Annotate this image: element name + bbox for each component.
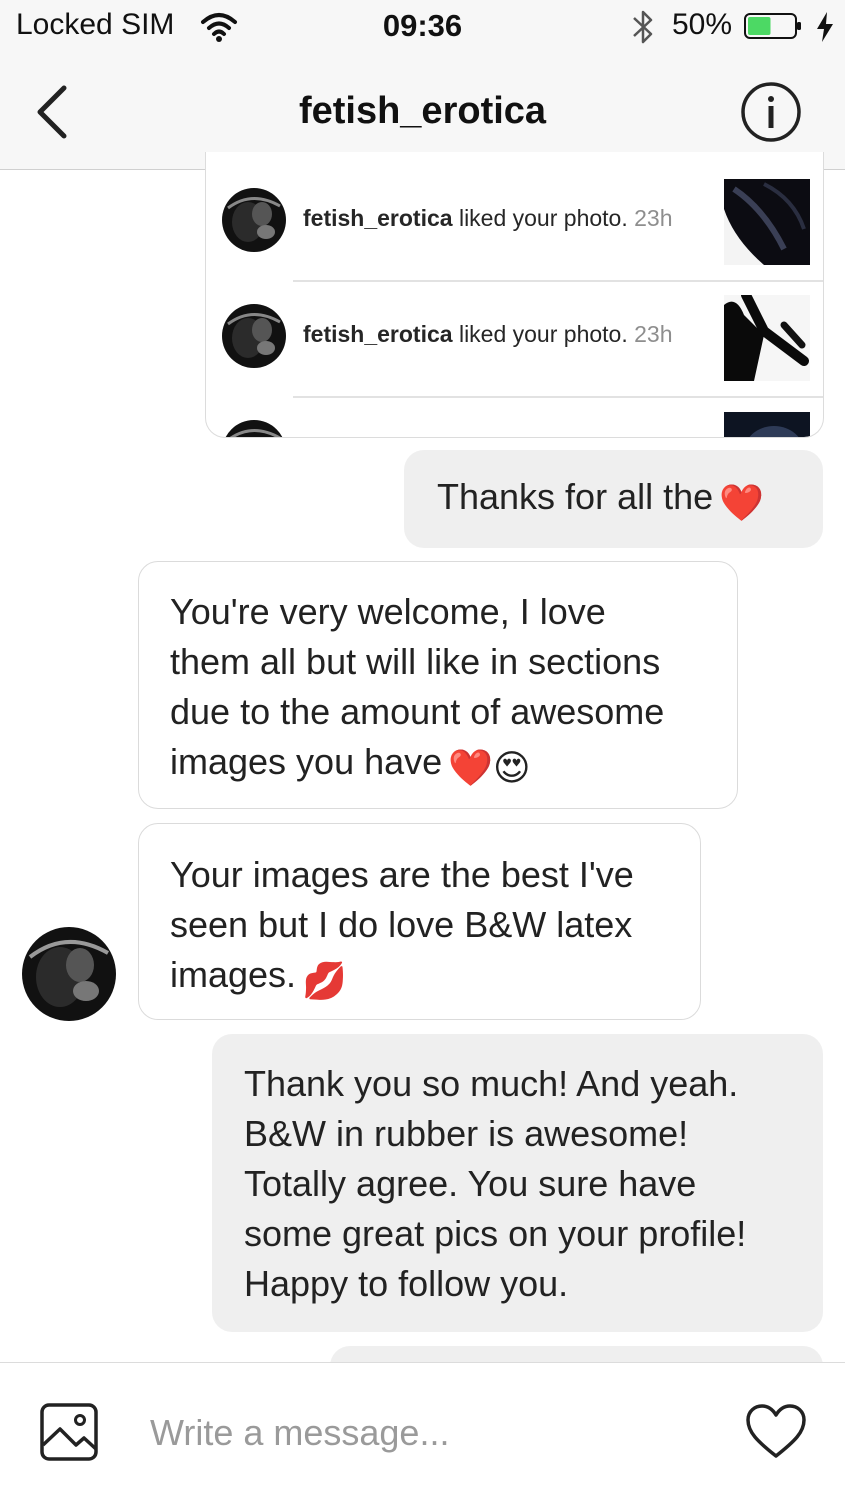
avatar <box>222 420 286 437</box>
conversation-title[interactable]: fetish_erotica <box>0 90 845 133</box>
photo-thumbnail[interactable] <box>724 412 810 437</box>
message-input[interactable] <box>150 1403 710 1463</box>
incoming-message[interactable]: You're very welcome, I love them all but… <box>138 561 738 809</box>
photo-thumbnail[interactable] <box>724 179 810 265</box>
kiss-emoji: 💋 <box>302 960 347 1001</box>
photo-thumbnail[interactable] <box>724 295 810 381</box>
status-bar: Locked SIM 09:36 50% <box>0 0 845 56</box>
incoming-message[interactable]: Your images are the best I've seen but I… <box>138 823 701 1020</box>
notification-text: fetish_erotica liked your photo. 23h <box>303 205 673 231</box>
notification-text: fetish_erotica liked your photo. 23h <box>303 321 673 347</box>
notification-row-partial[interactable] <box>206 384 823 437</box>
photo-gallery-icon[interactable] <box>40 1403 98 1461</box>
message-composer <box>0 1362 845 1501</box>
heart-icon[interactable] <box>745 1403 807 1461</box>
heart-emoji: ❤️ <box>719 482 764 523</box>
outgoing-message[interactable]: Thanks for all the ❤️ <box>404 450 823 548</box>
avatar <box>222 304 286 368</box>
sender-avatar[interactable] <box>22 927 116 1021</box>
shared-activity-card[interactable]: fetish_erotica liked your photo. 23h fet… <box>205 152 824 438</box>
notification-row[interactable]: fetish_erotica liked your photo. 23h <box>206 268 823 384</box>
bluetooth-icon <box>633 10 653 44</box>
battery-icon <box>744 13 801 39</box>
battery-percent: 50% <box>672 8 733 41</box>
info-icon[interactable] <box>740 81 802 143</box>
avatar <box>222 188 286 252</box>
heart-eyes-emoji: ❤️😍 <box>448 747 531 788</box>
charging-bolt-icon <box>817 12 833 42</box>
notification-row[interactable]: fetish_erotica liked your photo. 23h <box>206 152 823 268</box>
outgoing-message[interactable]: Thank you so much! And yeah. B&W in rubb… <box>212 1034 823 1332</box>
